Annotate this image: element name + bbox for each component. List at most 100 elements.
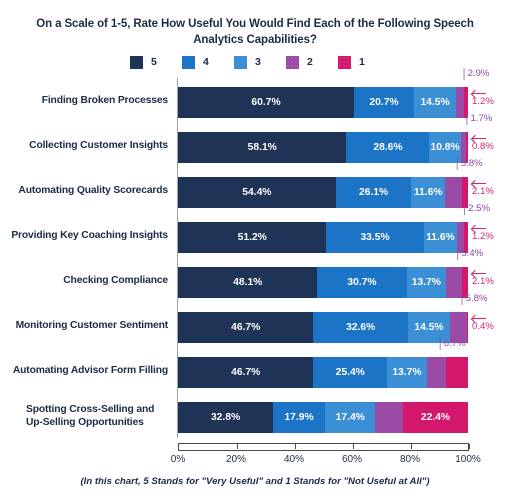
callout-value: 2.9% [467,68,490,79]
bar-segment-5[interactable]: 58.1% [178,132,347,163]
bar-segment-value: 46.7% [231,367,261,378]
legend-swatch-icon [130,55,143,69]
callout-label-2: │2.5% [461,203,491,215]
leader-line-icon: │ [461,69,468,80]
callout-value: 2.5% [468,203,491,214]
category-label: Finding Broken Processes [41,95,168,106]
bar-segment-5[interactable]: 51.2% [178,222,327,253]
chart-title: On a Scale of 1-5, Rate How Useful You W… [36,18,474,46]
leader-line-icon: │ [459,294,466,305]
bar-segment-3[interactable]: 13.7% [406,267,447,298]
legend-swatch-icon [286,55,299,69]
bar-segment-value: 32.8% [210,412,241,423]
bar-segment-1[interactable]: 0.4% [466,312,468,343]
chart-row: Monitoring Customer Sentiment 46.7% 32.6% 1… [0,293,510,348]
axis-tick-label: 40% [283,454,305,465]
bar-segment-3[interactable]: 11.6% [423,222,458,253]
callout-label-2: │1.7% [464,113,492,125]
legend-item-5[interactable]: 5 [130,55,182,69]
chart-row: Checking Compliance 48.1% 30.7% 13.7% 5.4% 2.… [0,248,510,303]
bar-segment-value: 30.7% [347,277,377,288]
legend-item-1[interactable]: 1 [338,55,390,69]
bar-segment-3[interactable]: 13.7% [387,357,427,388]
legend-label: 3 [255,56,261,68]
bar-segment-value: 10.8% [430,142,460,153]
callout-label-1: 0.8% [472,135,494,152]
category-label: Automating Quality Scorecards [18,185,168,196]
bar-segment-4[interactable]: 28.6% [346,132,430,163]
axis-tick [411,444,412,449]
leader-line-icon: │ [455,249,462,260]
bar-segment-3[interactable]: 17.4% [325,402,376,433]
legend-swatch-icon [338,55,351,69]
bar-segment-value: 13.7% [392,367,422,378]
legend-label: 1 [359,56,365,68]
stacked-bar: 46.7%32.6%14.5%5.8%0.4% [178,312,468,343]
bar-segment-value: 33.5% [360,232,390,243]
plot-area: Finding Broken Processes 60.7% 20.7% 14.5% 2… [0,68,510,443]
bar-segment-4[interactable]: 30.7% [317,267,407,298]
bar-segment-4[interactable]: 25.4% [313,357,388,388]
callout-value: 5.8% [465,293,488,304]
legend-item-3[interactable]: 3 [234,55,286,69]
callout-value: 6.7% [443,338,466,349]
stacked-bar: 60.7%20.7%14.5%2.9%1.2% [178,87,468,118]
legend-label: 4 [203,56,209,68]
bar-segment-5[interactable]: 46.7% [178,357,314,388]
legend-swatch-icon [234,55,247,69]
arrow-left-icon [472,90,486,97]
callout-label-2: │2.9% [461,68,490,80]
category-label: Checking Compliance [63,275,168,286]
axis-tick-label: 20% [225,454,247,465]
legend-item-4[interactable]: 4 [182,55,234,69]
x-axis-labels: 0% 20% 40% 60% 80% 100% [0,454,510,468]
leader-line-icon: │ [454,159,461,170]
bar-segment-2[interactable]: 6.7% [426,357,447,388]
bar-segment-5[interactable]: 60.7% [178,87,355,118]
arrow-left-icon [472,225,486,232]
category-label: Collecting Customer Insights [29,140,168,151]
bar-segment-5[interactable]: 48.1% [178,267,318,298]
callout-label-1: 2.1% [472,180,494,197]
chart-row: Providing Key Coaching Insights 51.2% 33.5… [0,203,510,258]
leader-line-icon: │ [461,204,469,215]
bar-segment-value: 17.4% [335,412,365,423]
arrow-left-icon [472,180,486,187]
category-label: Providing Key Coaching Insights [11,230,168,241]
axis-tick [237,444,238,449]
bar-segment-4[interactable]: 20.7% [354,87,415,118]
bar-segment-4[interactable]: 32.6% [313,312,408,343]
bar-segment-5[interactable]: 54.4% [178,177,336,208]
category-label: Spotting Cross-Selling and Up-Selling Opp… [26,403,155,428]
bar-segment-value: 58.1% [247,142,277,153]
bar-segment-value: 54.4% [242,187,272,198]
bar-segment-4[interactable]: 17.9% [273,402,326,433]
axis-tick [353,444,354,449]
bar-segment-value: 20.7% [369,97,399,108]
legend-label: 2 [307,56,313,68]
bar-segment-3[interactable]: 14.5% [414,87,457,118]
bar-segment-3[interactable]: 11.6% [411,177,446,208]
bar-segment-value: 11.6% [413,187,443,198]
legend-item-2[interactable]: 2 [286,55,338,69]
legend-label: 5 [151,56,157,68]
bar-segment-1[interactable]: 22.4% [403,402,468,433]
bar-segment-5[interactable]: 32.8% [178,402,274,433]
axis-tick [295,444,296,449]
bar-segment-value: 25.4% [335,367,365,378]
bar-segment-value: 60.7% [251,97,281,108]
bar-segment-1[interactable]: 7.5% [446,357,468,388]
chart-row: Collecting Customer Insights 58.1% 28.6% 10… [0,113,510,168]
callout-label-2: │5.8% [454,158,483,170]
callout-label-1: 2.1% [472,270,494,287]
legend-swatch-icon [182,55,195,69]
bar-segment-2[interactable]: 9.5% [375,402,404,433]
bar-segment-5[interactable]: 46.7% [178,312,314,343]
bar-segment-2[interactable]: 5.8% [445,177,462,208]
bar-segment-value: 32.6% [346,322,376,333]
axis-tick [469,444,470,449]
bar-segment-4[interactable]: 33.5% [326,222,424,253]
callout-label-2: │6.7% [438,338,466,350]
callout-label-1: 1.2% [472,225,494,242]
bar-segment-4[interactable]: 26.1% [335,177,412,208]
